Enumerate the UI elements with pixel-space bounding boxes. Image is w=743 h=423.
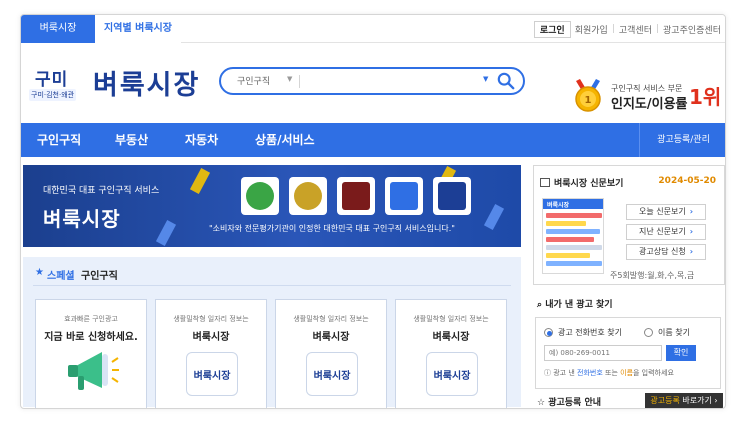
banner-title: 벼룩시장 xyxy=(43,207,121,231)
find-my-ad-hint: ⓘ 광고 낸 전화번호 또는 이름을 입력하세요 xyxy=(544,369,674,377)
card-subtitle: 생활밀착형 일자리 정보는 xyxy=(413,315,489,323)
find-my-ad-title: ⌕ 내가 낸 광고 찾기 xyxy=(537,300,613,310)
certification-badge-icon xyxy=(337,177,375,215)
separator: | xyxy=(611,24,615,34)
ad-register-manage-link[interactable]: 광고등록/관리 xyxy=(639,123,725,157)
confirm-button[interactable]: 확인 xyxy=(666,345,696,361)
card-subtitle: 효과빠른 구인광고 xyxy=(64,315,118,323)
login-link[interactable]: 로그인 xyxy=(533,20,571,38)
nav-item-real-estate[interactable]: 부동산 xyxy=(115,123,148,157)
banner-caption: "소비자와 전문평가기관이 인정한 대한민국 대표 구인구직 서비스입니다." xyxy=(209,224,455,233)
nav-item-jobs[interactable]: 구인구직 xyxy=(37,123,81,157)
card-subtitle: 생활밀착형 일자리 정보는 xyxy=(293,315,369,323)
nav-item-goods-services[interactable]: 상품/서비스 xyxy=(255,123,315,157)
special-label: 스페셜 xyxy=(47,271,75,282)
special-card-apply[interactable]: 효과빠른 구인광고 지금 바로 신청하세요. xyxy=(35,299,147,408)
signup-link[interactable]: 회원가입 xyxy=(575,23,608,36)
certification-badge-icon xyxy=(385,177,423,215)
card-title: 벼룩시장 xyxy=(432,332,470,343)
promo-banner[interactable]: 대한민국 대표 구인구직 서비스 벼룩시장 "소비자와 전문평가기관이 인정한 … xyxy=(23,165,521,247)
logo-region: 구미 xyxy=(35,70,69,90)
card-title: 지금 바로 신청하세요. xyxy=(44,332,138,343)
newspaper-date: 2024-05-20 xyxy=(658,176,716,186)
award-medal-icon: 1 xyxy=(575,79,601,112)
decor-stripe xyxy=(155,220,177,246)
newspaper-title: 벼룩시장 신문보기 xyxy=(554,179,624,189)
newspaper-panel: 벼룩시장 신문보기 2024-05-20 벼룩시장 오늘 신문보기 › 지난 신문… xyxy=(533,165,725,285)
award-rank: 1위 xyxy=(689,85,722,109)
browser-frame: 벼룩시장 지역별 벼룩시장 로그인 회원가입 | 고객센터 | 광고주인증센터 … xyxy=(20,14,726,409)
svg-text:1: 1 xyxy=(585,95,592,106)
main-nav: 구인구직 부동산 자동차 상품/서비스 광고등록/관리 xyxy=(21,123,725,157)
newspaper-icon xyxy=(540,178,550,187)
chevron-down-icon[interactable]: ▼ xyxy=(287,75,292,83)
phone-search-radio[interactable] xyxy=(544,328,553,337)
special-section: ★ 스페셜 구인구직 효과빠른 구인광고 지금 바로 신청하세요. 생활밀착형 … xyxy=(23,257,521,408)
star-outline-icon: ☆ xyxy=(537,398,546,408)
divider xyxy=(299,75,300,88)
advertiser-center-link[interactable]: 광고주인증센터 xyxy=(663,23,721,36)
tab-regional-flea-market[interactable]: 지역별 벼룩시장 xyxy=(95,15,181,43)
separator: | xyxy=(655,24,660,34)
certification-badge-icon xyxy=(289,177,327,215)
decor-stripe xyxy=(189,168,211,194)
phone-search-label: 광고 전화번호 찾기 xyxy=(558,328,622,337)
card-title: 벼룩시장 xyxy=(192,332,230,343)
customer-center-link[interactable]: 고객센터 xyxy=(619,23,652,36)
special-category: 구인구직 xyxy=(81,271,118,282)
name-search-label: 이름 찾기 xyxy=(658,328,690,337)
site-header: 구미 구미·김천·왜관 벼룩시장 구인구직 ▼ ▼ 1 구인구직 서비스 부문 … xyxy=(21,43,725,123)
special-card-ad[interactable]: 생활밀착형 일자리 정보는 벼룩시장 벼룩시장 xyxy=(395,299,507,408)
find-my-ad-panel: ⌕ 내가 낸 광고 찾기 광고 전화번호 찾기 이름 찾기 확인 ⓘ 광고 낸 … xyxy=(533,289,725,393)
newspaper-thumbnail[interactable]: 벼룩시장 xyxy=(542,198,604,274)
utility-links: 로그인 회원가입 | 고객센터 | 광고주인증센터 xyxy=(533,20,721,38)
search-category[interactable]: 구인구직 xyxy=(237,74,270,87)
nav-item-cars[interactable]: 자동차 xyxy=(185,123,218,157)
today-newspaper-button[interactable]: 오늘 신문보기 › xyxy=(626,204,706,220)
certification-badge-icon xyxy=(433,177,471,215)
search-icon: ⌕ xyxy=(537,300,543,310)
tab-flea-market[interactable]: 벼룩시장 xyxy=(21,15,95,43)
logo-subregions: 구미·김천·왜관 xyxy=(29,89,77,101)
special-card-ad[interactable]: 생활밀착형 일자리 정보는 벼룩시장 벼룩시장 xyxy=(155,299,267,408)
card-subtitle: 생활밀착형 일자리 정보는 xyxy=(173,315,249,323)
star-icon: ★ xyxy=(35,267,44,278)
search-bar: 구인구직 ▼ ▼ xyxy=(219,67,525,95)
phone-number-input[interactable] xyxy=(544,345,662,361)
search-input[interactable] xyxy=(307,72,477,90)
card-logo: 벼룩시장 xyxy=(186,352,238,396)
chevron-down-icon[interactable]: ▼ xyxy=(483,75,488,83)
past-newspaper-button[interactable]: 지난 신문보기 › xyxy=(626,224,706,240)
card-logo: 벼룩시장 xyxy=(426,352,478,396)
card-title: 벼룩시장 xyxy=(312,332,350,343)
info-icon: ⓘ xyxy=(544,369,551,377)
name-search-radio[interactable] xyxy=(644,328,653,337)
search-icon[interactable] xyxy=(497,72,515,90)
special-card-ad[interactable]: 생활밀착형 일자리 정보는 벼룩시장 벼룩시장 xyxy=(275,299,387,408)
award-title: 인지도/이용률 xyxy=(611,97,688,112)
publication-schedule: 주5회발행:월,화,수,목,금 xyxy=(610,271,695,280)
decor-stripe xyxy=(483,204,505,230)
certification-badge-icon xyxy=(241,177,279,215)
ad-guide-title: ☆ 광고등록 안내 xyxy=(537,398,602,408)
banner-tagline: 대한민국 대표 구인구직 서비스 xyxy=(43,186,160,196)
ad-consult-button[interactable]: 광고상담 신청 › xyxy=(626,244,706,260)
card-logo: 벼룩시장 xyxy=(306,352,358,396)
ad-register-shortcut-button[interactable]: 광고등록 바로가기 › xyxy=(645,393,723,408)
divider xyxy=(33,285,511,286)
region-logo[interactable]: 구미 구미·김천·왜관 xyxy=(29,65,79,105)
megaphone-icon xyxy=(68,352,119,390)
top-strip: 벼룩시장 지역별 벼룩시장 로그인 회원가입 | 고객센터 | 광고주인증센터 xyxy=(21,15,725,43)
ad-guide-panel: ☆ 광고등록 안내 광고등록 바로가기 › xyxy=(533,393,725,408)
find-my-ad-form: 광고 전화번호 찾기 이름 찾기 확인 ⓘ 광고 낸 전화번호 또는 이름을 입… xyxy=(535,317,721,389)
site-logo-title[interactable]: 벼룩시장 xyxy=(93,63,200,102)
